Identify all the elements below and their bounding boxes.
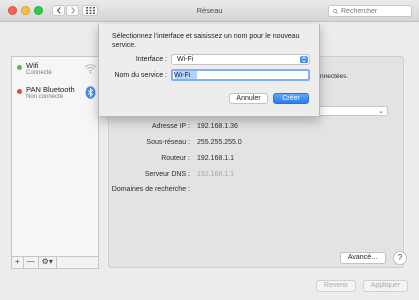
cancel-button[interactable]: Annuler (229, 93, 268, 104)
apply-button[interactable]: Appliquer (363, 280, 408, 292)
interface-label: Interface : (135, 56, 167, 63)
service-actions-menu-button[interactable]: ⚙▾ (39, 257, 57, 268)
service-item-wifi[interactable]: Wifi Connecté (12, 59, 98, 83)
service-list: Wifi Connecté PAN Bluetooth Non connecté (11, 56, 99, 257)
dns-server-label: Serveur DNS : (144, 171, 190, 178)
subnet-label: Sous-réseau : (146, 139, 190, 146)
service-name-input[interactable] (174, 71, 304, 79)
create-button[interactable]: Créer (273, 93, 309, 104)
network-preferences-window: Réseau Wifi Connecté PAN Bluetooth No (0, 0, 419, 300)
service-name: Wifi (26, 61, 39, 70)
sheet-prompt: Sélectionnez l’interface et saisissez un… (112, 33, 300, 49)
service-status: Connecté (26, 70, 52, 76)
interface-value: Wi-Fi (177, 56, 194, 63)
search-input[interactable] (341, 7, 411, 15)
router-value: 192.168.1.1 (197, 155, 234, 162)
advanced-button[interactable]: Avancé… (340, 252, 386, 264)
service-name: PAN Bluetooth (26, 85, 75, 94)
bluetooth-icon (85, 86, 96, 99)
service-name-label: Nom du service : (114, 72, 167, 79)
popup-chevron-icon: ⌄ (378, 108, 384, 115)
router-label: Routeur : (161, 155, 190, 162)
remove-service-button[interactable]: — (24, 257, 39, 268)
status-dot-connected (17, 65, 22, 70)
help-button[interactable]: ? (393, 251, 407, 265)
service-item-pan-bluetooth[interactable]: PAN Bluetooth Non connecté (12, 83, 98, 107)
popup-stepper-icon (300, 56, 308, 63)
wifi-icon (84, 64, 97, 74)
interface-popup[interactable]: Wi-Fi (171, 54, 310, 65)
ip-address-value: 192.168.1.36 (197, 123, 238, 130)
revert-button[interactable]: Revenir (316, 280, 356, 292)
search-icon (333, 8, 338, 14)
service-list-toolbar: + — ⚙▾ (11, 257, 99, 269)
search-field[interactable] (328, 5, 412, 17)
subnet-value: 255.255.255.0 (197, 139, 242, 146)
service-name-field[interactable] (171, 69, 310, 81)
status-dot-disconnected (17, 89, 22, 94)
search-domains-label: Domaines de recherche : (111, 186, 190, 193)
ip-address-label: Adresse IP : (151, 123, 190, 130)
dns-server-value: 192.168.1.1 (197, 171, 234, 178)
toolbar: Réseau (0, 0, 419, 22)
add-service-button[interactable]: + (12, 257, 24, 268)
service-status: Non connecté (26, 94, 64, 100)
status-description: nnectées. (320, 73, 349, 80)
